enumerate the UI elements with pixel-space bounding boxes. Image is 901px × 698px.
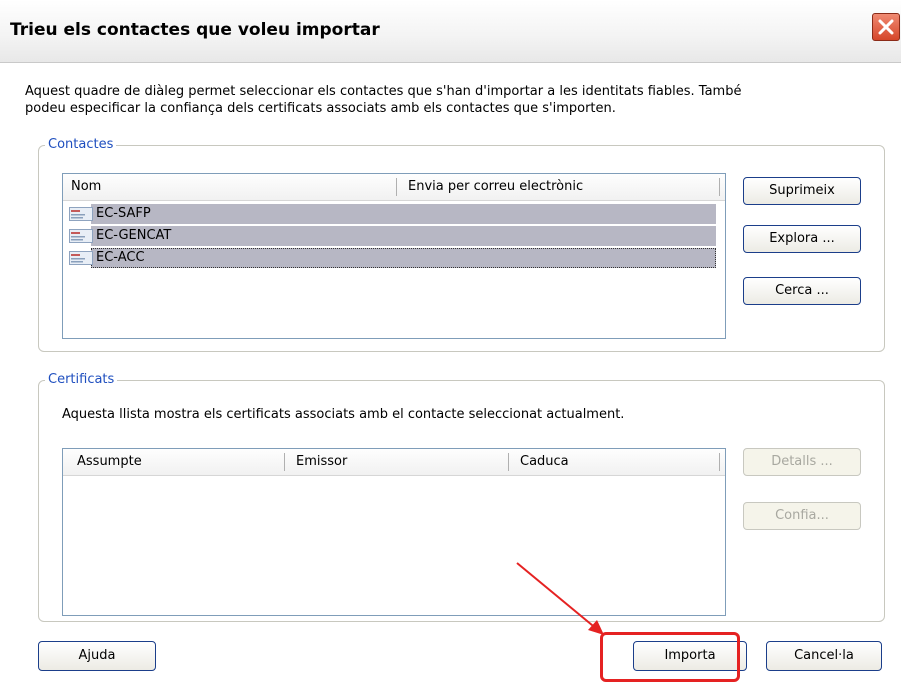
column-separator[interactable] bbox=[719, 178, 720, 196]
cancel-button[interactable]: Cancel·la bbox=[766, 641, 882, 671]
close-button[interactable] bbox=[872, 13, 900, 41]
certificates-list-header: Assumpte Emissor Caduca bbox=[63, 449, 725, 476]
certificates-group: Certificats Aquesta llista mostra els ce… bbox=[38, 372, 885, 622]
details-button[interactable]: Detalls ... bbox=[743, 448, 861, 476]
column-header-email[interactable]: Envia per correu electrònic bbox=[408, 179, 583, 194]
column-separator[interactable] bbox=[508, 453, 509, 471]
dialog-title: Trieu els contactes que voleu importar bbox=[10, 20, 380, 40]
browse-button[interactable]: Explora ... bbox=[743, 225, 861, 253]
column-separator[interactable] bbox=[284, 453, 285, 471]
dialog-body: Aquest quadre de diàleg permet seleccion… bbox=[0, 63, 901, 698]
column-header-expires[interactable]: Caduca bbox=[520, 454, 569, 469]
list-item[interactable]: EC-ACC bbox=[63, 247, 723, 269]
certificates-description: Aquesta llista mostra els certificats as… bbox=[62, 407, 625, 422]
search-button[interactable]: Cerca ... bbox=[743, 277, 861, 305]
annotation-highlight-box bbox=[600, 632, 740, 682]
title-bar: Trieu els contactes que voleu importar bbox=[0, 0, 901, 63]
list-item[interactable]: EC-GENCAT bbox=[63, 225, 723, 247]
contacts-list[interactable]: Nom Envia per correu electrònic EC-SAFP bbox=[62, 173, 726, 339]
column-header-subject[interactable]: Assumpte bbox=[77, 454, 142, 469]
selection-highlight bbox=[91, 226, 716, 246]
selection-highlight bbox=[91, 248, 716, 268]
certificate-contact-icon bbox=[69, 251, 93, 265]
selection-highlight bbox=[91, 204, 716, 224]
contact-name: EC-SAFP bbox=[96, 206, 151, 221]
help-button[interactable]: Ajuda bbox=[38, 641, 156, 671]
contact-name: EC-ACC bbox=[96, 250, 145, 265]
list-item[interactable]: EC-SAFP bbox=[63, 203, 723, 225]
intro-line-2: podeu especificar la confiança dels cert… bbox=[25, 101, 616, 116]
contacts-list-header: Nom Envia per correu electrònic bbox=[63, 174, 725, 201]
column-header-name[interactable]: Nom bbox=[71, 179, 101, 194]
column-separator[interactable] bbox=[719, 453, 720, 471]
trust-button[interactable]: Confia... bbox=[743, 502, 861, 530]
certificate-contact-icon bbox=[69, 229, 93, 243]
contacts-group: Contactes Nom Envia per correu electròni… bbox=[38, 137, 885, 352]
remove-button[interactable]: Suprimeix bbox=[743, 177, 861, 205]
certificates-legend: Certificats bbox=[45, 372, 118, 387]
certificates-list[interactable]: Assumpte Emissor Caduca bbox=[62, 448, 726, 616]
column-separator[interactable] bbox=[396, 178, 397, 196]
contact-name: EC-GENCAT bbox=[96, 228, 172, 243]
intro-line-1: Aquest quadre de diàleg permet seleccion… bbox=[25, 84, 742, 99]
contacts-legend: Contactes bbox=[45, 137, 117, 152]
intro-text: Aquest quadre de diàleg permet seleccion… bbox=[25, 83, 885, 117]
close-icon bbox=[878, 19, 894, 35]
column-header-issuer[interactable]: Emissor bbox=[296, 454, 347, 469]
certificate-contact-icon bbox=[69, 207, 93, 221]
